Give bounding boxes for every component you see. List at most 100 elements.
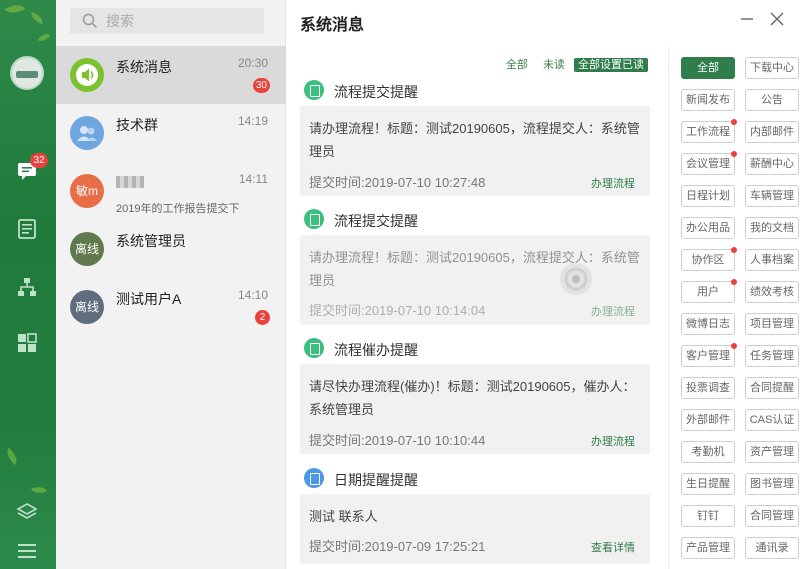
message-feed: 全部 未读 全部设置已读 流程提交提醒 请办理流程！标题：测试20190605，… — [286, 46, 668, 569]
category-tag[interactable]: 会议管理 — [681, 151, 737, 175]
message-card[interactable]: 请尽快办理流程(催办)！标题：测试20190605，催办人：系统管理员 提交时间… — [300, 364, 650, 454]
category-tag[interactable]: 新闻发布 — [681, 89, 735, 111]
category-tag[interactable]: 合同管理 — [745, 505, 799, 527]
category-tag[interactable]: 图书管理 — [745, 473, 799, 495]
category-tag[interactable]: 项目管理 — [745, 313, 799, 335]
mark-all-read-button[interactable]: 全部设置已读 — [574, 58, 648, 72]
category-tag[interactable]: 协作区 — [681, 247, 737, 271]
conversation-time: 20:30 — [237, 56, 268, 70]
message-type: 日期提醒提醒 — [334, 472, 418, 488]
handle-workflow-link[interactable]: 办理流程 — [591, 433, 635, 449]
category-tag[interactable]: 合同提醒 — [745, 377, 799, 399]
category-tag[interactable]: 客户管理 — [681, 343, 737, 367]
category-tag[interactable]: 人事档案 — [745, 249, 799, 271]
search-box[interactable] — [70, 8, 264, 34]
category-tag[interactable]: 工作流程 — [681, 119, 737, 143]
conversation-item[interactable]: 系统消息 20:30 30 — [56, 46, 286, 104]
leaf-decoration — [31, 483, 47, 497]
window-header: 系统消息 — [286, 0, 812, 44]
message-body: 请尽快办理流程(催办)！标题：测试20190605，催办人：系统管理员 — [309, 379, 636, 417]
category-tag[interactable]: CAS认证 — [745, 409, 799, 431]
category-tag[interactable]: 薪酬中心 — [745, 153, 799, 175]
conversation-time: 14:11 — [238, 172, 268, 186]
conversation-panel: 系统消息 20:30 30 技术群 14:19 敏m 14:11 2019年的工… — [56, 0, 286, 569]
handle-workflow-link[interactable]: 办理流程 — [591, 303, 635, 319]
category-tag[interactable]: 资产管理 — [745, 441, 799, 463]
category-tag[interactable]: 办公用品 — [681, 217, 735, 239]
message-card[interactable]: 请办理流程！标题：测试20190605，流程提交人：系统管理员 提交时间:201… — [300, 106, 650, 196]
category-panel: 全部 下载中心 新闻发布 公告 工作流程 内部邮件 会议管理 薪酬中心 日程计划 车辆管理 办公用品… — [668, 46, 812, 569]
user-avatar[interactable] — [10, 56, 44, 90]
org-structure-icon[interactable] — [16, 276, 38, 298]
conversation-item[interactable]: 技术群 14:19 — [56, 104, 286, 162]
category-tag[interactable]: 钉钉 — [681, 505, 735, 527]
leaf-decoration — [2, 447, 22, 466]
workflow-icon — [304, 80, 324, 100]
message-time: 提交时间:2019-07-10 10:27:48 — [309, 175, 486, 190]
message-body: 测试 联系人 — [309, 509, 378, 524]
category-tag[interactable]: 考勤机 — [681, 441, 735, 463]
category-tag[interactable]: 下载中心 — [745, 57, 799, 79]
layers-icon[interactable] — [16, 500, 38, 522]
calendar-reminder-icon — [304, 468, 324, 488]
workflow-icon — [304, 209, 324, 229]
document-list-icon[interactable] — [16, 218, 38, 240]
contact-avatar: 敏m — [70, 174, 104, 208]
message-card[interactable]: 测试 联系人 提交时间:2019-07-09 17:25:21 查看详情 — [300, 494, 650, 564]
message-body: 请办理流程！标题：测试20190605，流程提交人：系统管理员 — [309, 121, 640, 159]
message-time: 提交时间:2019-07-09 17:25:21 — [309, 539, 486, 554]
group-icon — [77, 126, 97, 141]
new-indicator-dot — [731, 151, 737, 157]
category-tag[interactable]: 外部邮件 — [681, 409, 735, 431]
category-tag[interactable]: 投票调查 — [681, 377, 735, 399]
category-tag[interactable]: 微博日志 — [681, 313, 735, 335]
conversation-preview: 2019年的工作报告提交下 — [116, 203, 240, 215]
urge-icon — [304, 338, 324, 358]
handle-workflow-link[interactable]: 办理流程 — [591, 175, 635, 191]
new-indicator-dot — [731, 279, 737, 285]
conversation-name: 测试用户A — [116, 291, 182, 307]
category-tag[interactable]: 绩效考核 — [745, 281, 799, 303]
conversation-item[interactable]: 离线 系统管理员 — [56, 220, 286, 278]
menu-icon[interactable] — [16, 540, 38, 562]
category-tag[interactable]: 用户 — [681, 279, 737, 303]
view-details-link[interactable]: 查看详情 — [591, 539, 635, 555]
minimize-button[interactable] — [736, 8, 758, 30]
filter-unread[interactable]: 未读 — [543, 59, 565, 71]
message-card[interactable]: 请办理流程！标题：测试20190605，流程提交人：系统管理员 提交时间:201… — [300, 235, 650, 325]
leaf-decoration — [37, 30, 51, 45]
message-time: 提交时间:2019-07-10 10:14:04 — [309, 303, 486, 318]
apps-grid-icon[interactable] — [16, 332, 38, 354]
category-tag[interactable]: 公告 — [745, 89, 799, 111]
leaf-decoration — [29, 11, 45, 25]
close-button[interactable] — [766, 8, 788, 30]
conversation-name: 系统消息 — [116, 59, 172, 75]
messages-badge: 32 — [30, 153, 48, 168]
category-tag[interactable]: 我的文档 — [745, 217, 799, 239]
leaf-decoration — [4, 0, 26, 18]
category-tag[interactable]: 全部 — [681, 57, 735, 79]
conversation-name: 系统管理员 — [116, 233, 186, 249]
category-tag[interactable]: 产品管理 — [681, 537, 735, 559]
category-tag[interactable]: 通讯录 — [745, 537, 799, 559]
redacted-name — [116, 176, 144, 189]
category-tag[interactable]: 日程计划 — [681, 185, 735, 207]
unread-badge: 30 — [252, 78, 270, 93]
message-type: 流程催办提醒 — [334, 342, 418, 358]
conversation-name: 技术群 — [116, 117, 158, 133]
new-indicator-dot — [731, 247, 737, 253]
message-filters: 全部 未读 全部设置已读 — [494, 56, 648, 72]
new-indicator-dot — [731, 119, 737, 125]
minimize-icon — [741, 18, 753, 20]
category-tag[interactable]: 车辆管理 — [745, 185, 799, 207]
category-tag[interactable]: 任务管理 — [745, 345, 799, 367]
search-input[interactable] — [106, 11, 256, 31]
conversation-item[interactable]: 敏m 14:11 2019年的工作报告提交下 — [56, 162, 286, 220]
loading-spinner-icon — [560, 263, 592, 295]
category-tag[interactable]: 内部邮件 — [745, 121, 799, 143]
search-icon — [82, 13, 98, 29]
category-tag[interactable]: 生日提醒 — [681, 473, 735, 495]
filter-all[interactable]: 全部 — [506, 59, 528, 71]
conversation-item[interactable]: 离线 测试用户A 14:10 2 — [56, 278, 286, 336]
conversation-name-redacted — [116, 173, 144, 189]
